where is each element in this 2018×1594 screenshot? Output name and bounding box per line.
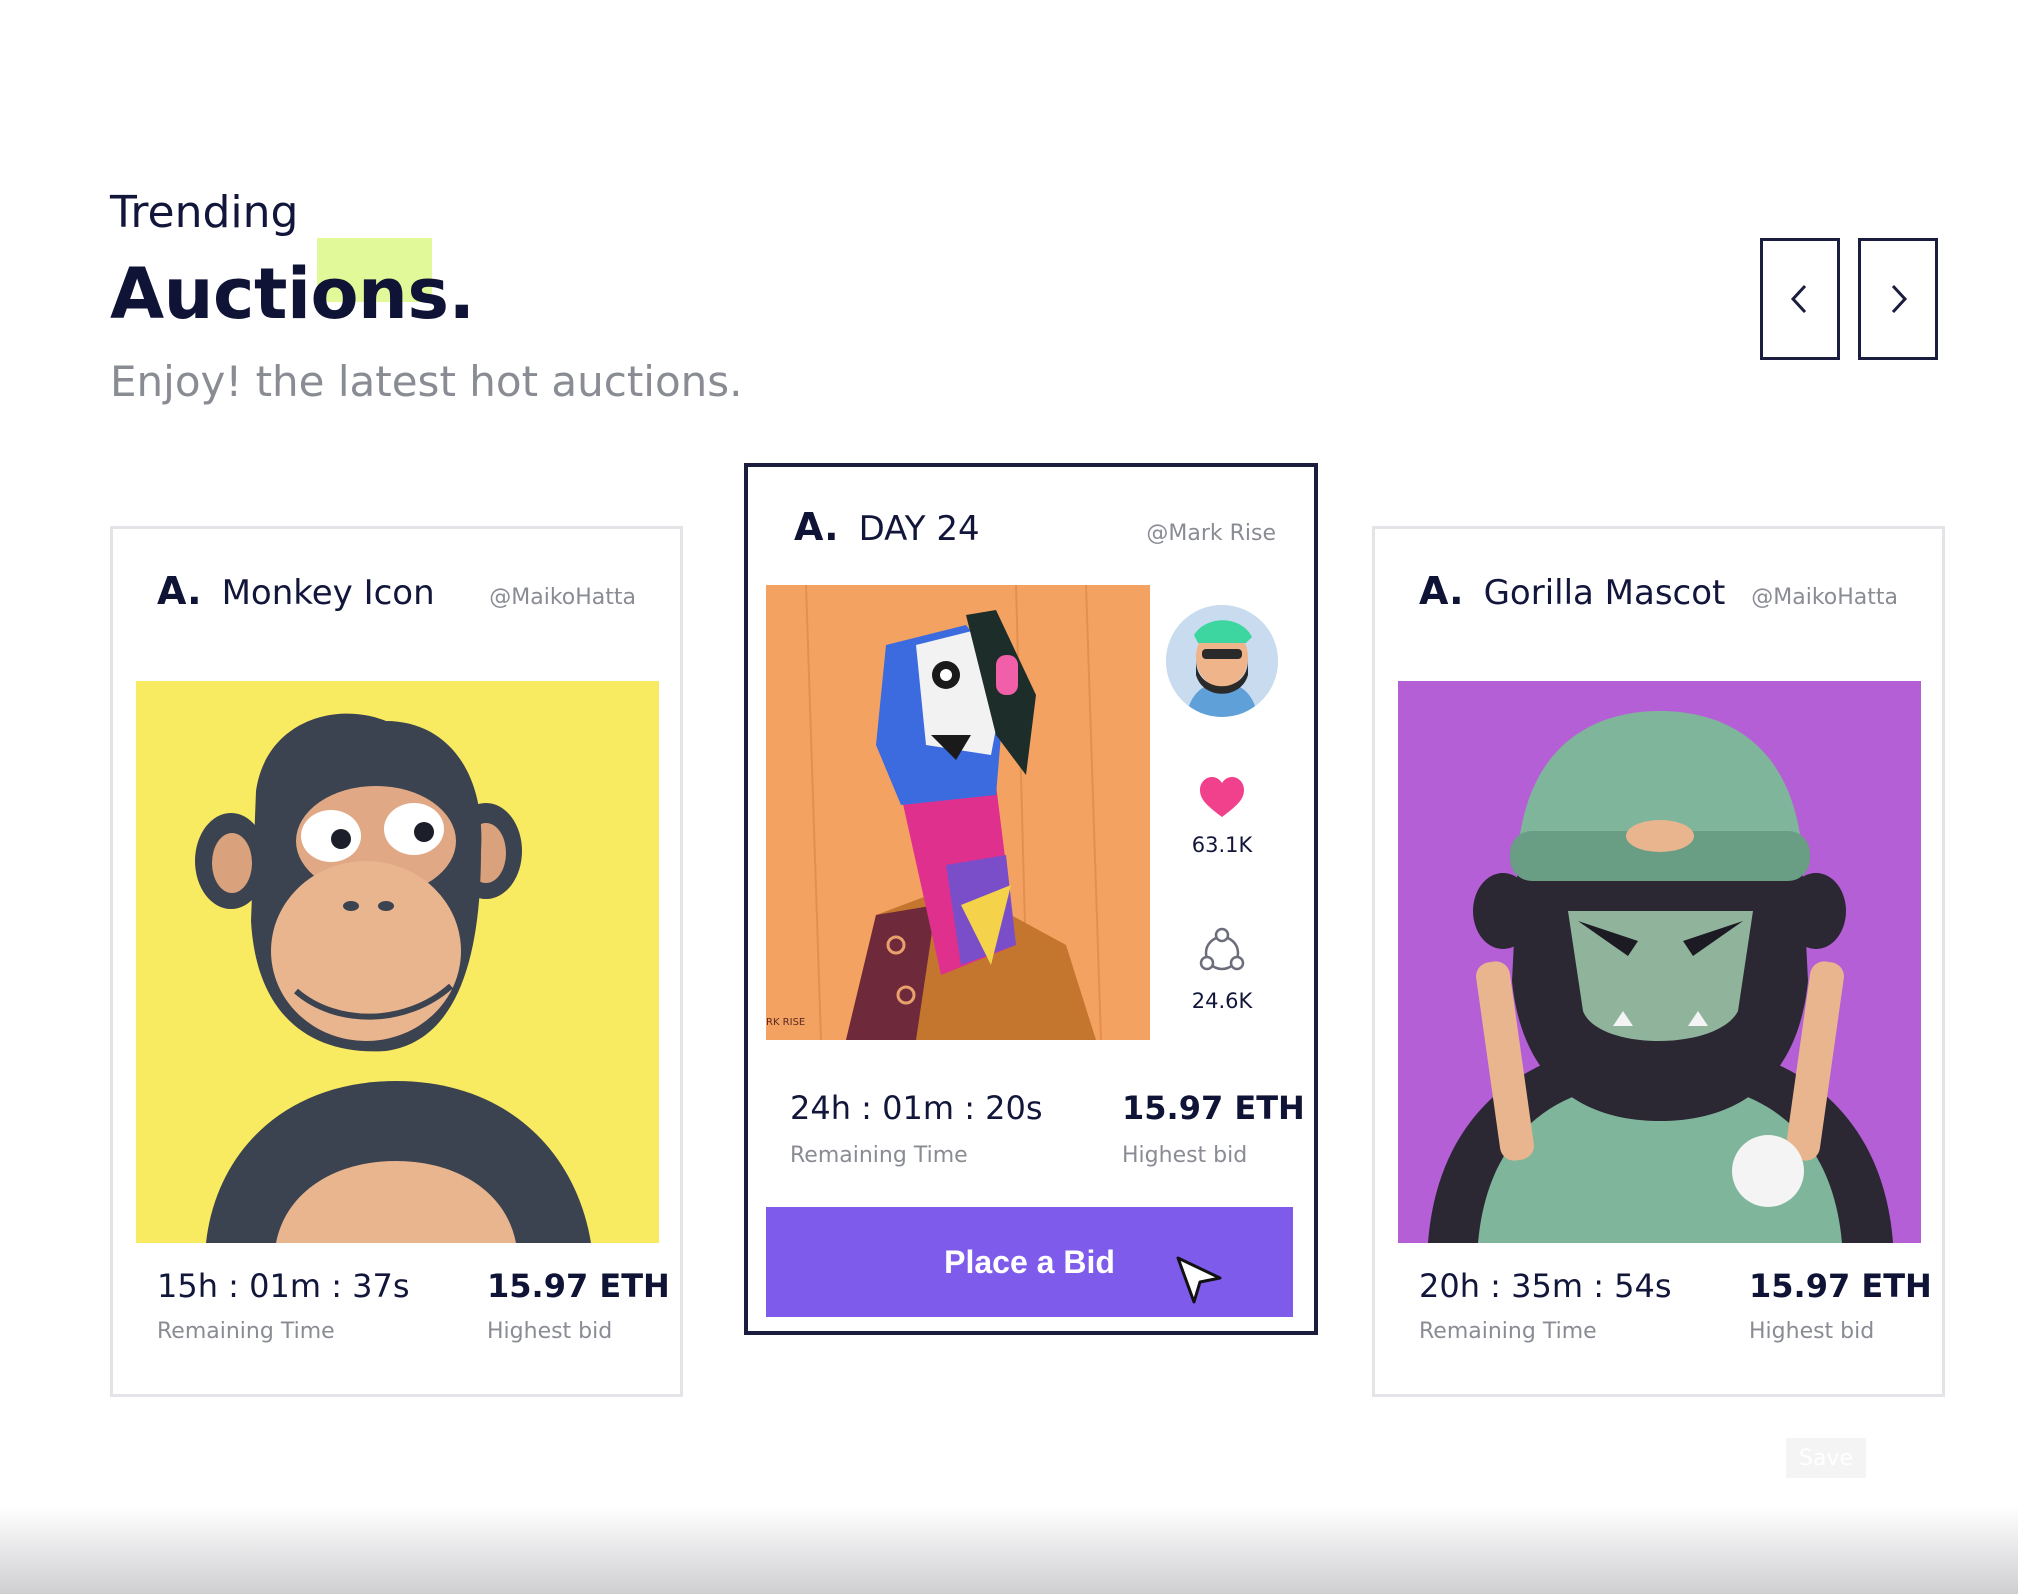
brand-logo: A. [1419, 569, 1464, 613]
highest-bid-label: Highest bid [1122, 1143, 1248, 1168]
section-title: Auctions. [110, 238, 475, 335]
section-title-text: Auctions. [110, 253, 475, 335]
highest-bid-label: Highest bid [487, 1319, 613, 1344]
remaining-time-value: 20h : 35m : 54s [1419, 1267, 1672, 1305]
chevron-right-icon [1891, 284, 1908, 314]
remaining-time-value: 15h : 01m : 37s [157, 1267, 410, 1305]
brand-logo: A. [157, 569, 202, 613]
brand-logo: A. [794, 505, 839, 549]
highest-bid-value: 15.97 ETH [1749, 1267, 1932, 1305]
section-subtitle: Enjoy! the latest hot auctions. [110, 357, 743, 406]
auction-card-gorilla-mascot[interactable]: A. Gorilla Mascot @MaikoHatta 20h: 35m … [1372, 526, 1945, 1397]
shares-count: 24.6K [1191, 989, 1253, 1013]
heart-icon [1200, 777, 1244, 817]
mouse-cursor-icon [1176, 1256, 1222, 1304]
likes-count: 63.1K [1191, 833, 1253, 857]
card-header: A. DAY 24 @Mark Rise [794, 505, 1276, 549]
section-eyebrow: Trending [110, 187, 299, 238]
nft-artwork-monkey[interactable] [136, 681, 659, 1243]
card-title: DAY 24 [858, 509, 980, 549]
creator-handle[interactable]: @Mark Rise [1146, 521, 1276, 546]
highest-bid-value: 15.97 ETH [487, 1267, 670, 1305]
svg-text:RK RISE: RK RISE [766, 1017, 805, 1028]
creator-handle[interactable]: @MaikoHatta [1751, 585, 1898, 610]
highest-bid-label: Highest bid [1749, 1319, 1875, 1344]
bottom-shade [0, 1506, 2018, 1594]
creator-avatar[interactable] [1166, 605, 1278, 717]
card-header: A. Monkey Icon @MaikoHatta [157, 569, 636, 613]
previous-button[interactable] [1760, 238, 1840, 360]
highest-bid-value: 15.97 ETH [1122, 1089, 1305, 1127]
creator-handle[interactable]: @MaikoHatta [489, 585, 636, 610]
remaining-time-label: Remaining Time [1419, 1319, 1597, 1344]
card-title: Gorilla Mascot [1483, 573, 1726, 613]
auction-card-day-24[interactable]: A. DAY 24 @Mark Rise RK RISE 63.1K 24.6K… [744, 463, 1318, 1335]
likes-stat[interactable]: 63.1K [1166, 775, 1278, 857]
next-button[interactable] [1858, 238, 1938, 360]
auction-card-monkey-icon[interactable]: A. Monkey Icon @MaikoHatta 15h : 01m : 3… [110, 526, 683, 1397]
card-header: A. Gorilla Mascot @MaikoHatta [1419, 569, 1898, 613]
save-button[interactable]: Save [1786, 1438, 1866, 1478]
remaining-time-label: Remaining Time [157, 1319, 335, 1344]
chevron-left-icon [1790, 284, 1807, 314]
remaining-time-value: 24h : 01m : 20s [790, 1089, 1043, 1127]
card-title: Monkey Icon [221, 573, 435, 613]
nft-artwork-gorilla[interactable] [1398, 681, 1921, 1243]
social-stats: 63.1K 24.6K [1166, 605, 1278, 1013]
shares-stat[interactable]: 24.6K [1166, 925, 1278, 1013]
nft-artwork-day-24[interactable]: RK RISE [766, 585, 1150, 1040]
share-icon [1199, 927, 1245, 971]
remaining-time-label: Remaining Time [790, 1143, 968, 1168]
